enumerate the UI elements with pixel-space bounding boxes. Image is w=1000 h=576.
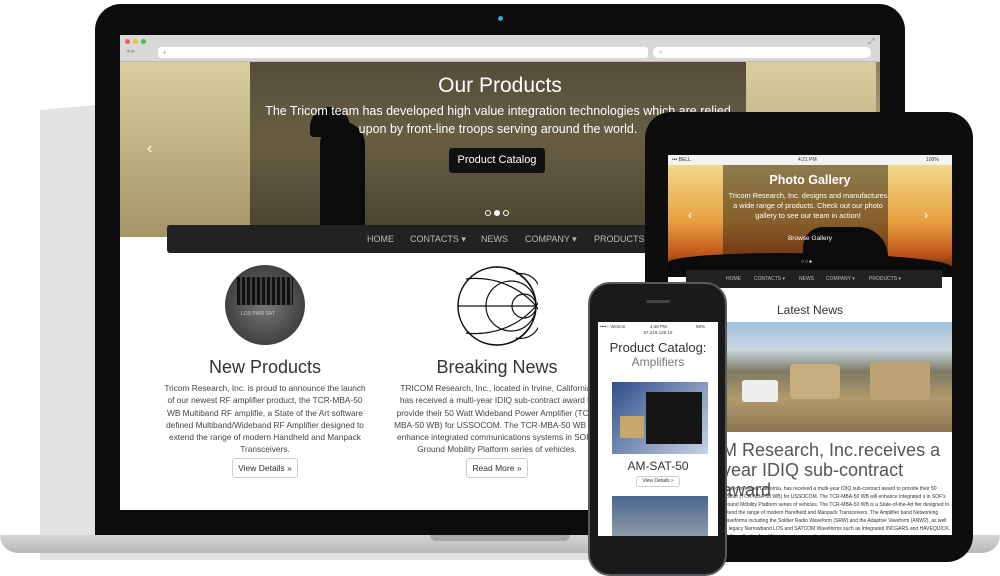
tablet-hero-title: Photo Gallery <box>769 173 851 187</box>
nav-home[interactable]: HOME <box>367 234 394 244</box>
battery: 56% <box>696 324 706 329</box>
soldier-silhouette <box>320 122 365 237</box>
carrier: ••• BELL <box>672 157 691 163</box>
product-image-2 <box>612 496 708 536</box>
maximize-window-icon[interactable] <box>141 39 146 44</box>
carousel-dot[interactable] <box>485 210 491 216</box>
tablet-status-bar: ••• BELL 4:21 PM 100% <box>668 155 952 165</box>
amplifier-image: LOS PWR SAT <box>225 265 305 345</box>
address-bar[interactable]: + <box>158 47 648 58</box>
news-text: located in Irvine, California, has recei… <box>722 486 951 535</box>
nav-company[interactable]: COMPANY ▾ <box>525 234 577 245</box>
close-window-icon[interactable] <box>125 39 130 44</box>
heatsink-fins <box>237 277 293 305</box>
chevron-right-icon[interactable]: › <box>924 208 928 222</box>
carousel-dot[interactable] <box>503 210 509 216</box>
browser-chrome: ◂ ▸ + ⌕ ⤢ <box>120 35 880 62</box>
phone-speaker <box>646 300 670 303</box>
tablet-hero-text: Tricom Research, Inc. designs and manufa… <box>728 191 888 220</box>
browse-gallery-button[interactable]: Browse Gallery <box>668 235 952 242</box>
address-bar[interactable]: 67.219.128.10 <box>598 330 718 335</box>
chevron-left-icon[interactable]: ‹ <box>147 140 152 158</box>
nav-news[interactable]: NEWS <box>481 234 508 244</box>
large-amplifier <box>646 392 702 444</box>
view-details-button[interactable]: View Details » <box>232 458 298 478</box>
tablet-hero: Photo Gallery Tricom Research, Inc. desi… <box>668 165 952 277</box>
clock: 4:21 PM <box>798 157 817 163</box>
vehicle <box>790 364 840 399</box>
hero-title: Our Products <box>438 74 562 97</box>
product-name: AM-SAT-50 <box>627 459 689 473</box>
back-forward-buttons[interactable]: ◂ ▸ <box>126 47 135 55</box>
fullscreen-icon[interactable]: ⤢ <box>868 37 874 47</box>
carousel-dot-active[interactable] <box>494 210 500 216</box>
nav-contacts[interactable]: CONTACTS ▾ <box>754 276 785 282</box>
new-products-text: Tricom Research, Inc. is proud to announ… <box>164 383 366 455</box>
smith-chart-icon <box>457 266 538 346</box>
breaking-news-text: TRICOM Research, Inc., located in Irvine… <box>394 383 600 455</box>
new-products-title: New Products <box>208 357 322 377</box>
product-image <box>612 382 708 454</box>
carrier: ••••○ Verizon <box>600 324 626 329</box>
small-amplifier <box>620 416 644 438</box>
product-catalog-button[interactable]: Product Catalog <box>449 148 545 173</box>
vehicle <box>742 380 778 402</box>
camera-icon <box>498 16 503 21</box>
nav-products[interactable]: PRODUCTS ▾ <box>594 234 652 245</box>
vehicle <box>870 362 930 400</box>
search-input[interactable]: ⌕ <box>653 47 871 58</box>
battery: 100% <box>926 157 939 163</box>
read-more-button[interactable]: Read More » <box>466 458 528 478</box>
clock: 4:46 PM <box>650 324 667 329</box>
search-icon: ⌕ <box>659 49 663 56</box>
nav-contacts[interactable]: CONTACTS ▾ <box>410 234 466 245</box>
soldier-silhouette <box>803 227 888 257</box>
laptop-notch <box>430 535 570 541</box>
tablet-nav: HOME CONTACTS ▾ NEWS COMPANY ▾ PRODUCTS … <box>686 270 942 288</box>
breaking-news-title: Breaking News <box>436 357 558 377</box>
minimize-window-icon[interactable] <box>133 39 138 44</box>
nav-company[interactable]: COMPANY ▾ <box>826 276 855 282</box>
catalog-title: Product Catalog: <box>609 340 707 355</box>
amplifier-label: LOS PWR SAT <box>241 311 275 317</box>
view-details-button[interactable]: View Details » <box>636 476 680 487</box>
nav-products[interactable]: PRODUCTS ▾ <box>869 276 901 282</box>
catalog-subtitle: Amplifiers <box>631 355 685 369</box>
phone-screen: ••••○ Verizon 4:46 PM 56% 67.219.128.10 … <box>598 322 718 536</box>
news-image <box>720 322 952 432</box>
chevron-left-icon[interactable]: ‹ <box>688 208 692 222</box>
carousel-dots[interactable]: ○○● <box>801 259 813 265</box>
nav-news[interactable]: NEWS <box>799 276 814 282</box>
nav-home[interactable]: HOME <box>726 276 741 282</box>
